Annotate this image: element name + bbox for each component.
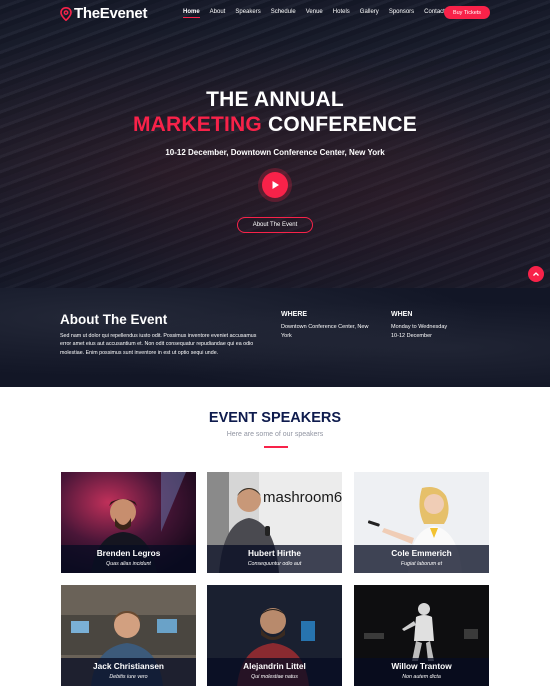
- map-pin-icon: [60, 6, 72, 21]
- when-text: Monday to Wednesday 10-12 December: [391, 323, 487, 340]
- speaker-name: Willow Trantow: [391, 661, 452, 671]
- nav-about[interactable]: About: [210, 9, 226, 15]
- speaker-caption: Alejandrin Littel Qui molestiae natus: [207, 658, 342, 686]
- nav-venue[interactable]: Venue: [306, 9, 323, 15]
- speaker-caption: Cole Emmerich Fugiat laborum et: [354, 545, 489, 573]
- hero-section: TheEvenet Home About Speakers Schedule V…: [0, 0, 550, 288]
- speaker-caption: Hubert Hirthe Consequuntur odio aut: [207, 545, 342, 573]
- about-event-button[interactable]: About The Event: [237, 217, 313, 233]
- nav-contact[interactable]: Contact: [424, 9, 445, 15]
- about-section: About The Event Sed nam ut dolor qui rep…: [0, 288, 550, 387]
- main-menu: Home About Speakers Schedule Venue Hotel…: [183, 9, 455, 18]
- speaker-caption: Jack Christiansen Debitis iure vero: [61, 658, 196, 686]
- hero-subtitle: 10-12 December, Downtown Conference Cent…: [165, 148, 385, 157]
- hero-title-line-1: THE ANNUAL: [206, 88, 344, 111]
- speaker-card[interactable]: Alejandrin Littel Qui molestiae natus: [207, 585, 342, 686]
- play-icon: [272, 181, 279, 189]
- speaker-role: Fugiat laborum et: [400, 561, 443, 567]
- speaker-card[interactable]: Brenden Legros Quas alias incidunt: [61, 472, 196, 573]
- title-divider: [264, 446, 288, 448]
- play-video-button[interactable]: [262, 172, 288, 198]
- hero-title-line-2: MARKETING CONFERENCE: [0, 113, 550, 137]
- when-label: WHEN: [391, 311, 413, 318]
- speaker-caption: Brenden Legros Quas alias incidunt: [61, 545, 196, 573]
- about-description: Sed nam ut dolor qui repellendus iusto o…: [60, 333, 257, 356]
- nav-speakers[interactable]: Speakers: [235, 9, 260, 15]
- speaker-role: Debitis iure vero: [109, 674, 148, 680]
- top-navigation: TheEvenet Home About Speakers Schedule V…: [0, 0, 550, 28]
- when-dates: 10-12 December: [391, 332, 432, 339]
- buy-tickets-button[interactable]: Buy Tickets: [444, 6, 490, 19]
- where-label: WHERE: [281, 311, 308, 318]
- nav-sponsors[interactable]: Sponsors: [389, 9, 414, 15]
- nav-gallery[interactable]: Gallery: [360, 9, 379, 15]
- speakers-subtitle: Here are some of our speakers: [226, 431, 324, 438]
- speaker-caption: Willow Trantow Non autem dicta: [354, 658, 489, 686]
- logo[interactable]: TheEvenet: [60, 5, 147, 22]
- nav-schedule[interactable]: Schedule: [271, 9, 296, 15]
- speaker-card[interactable]: Jack Christiansen Debitis iure vero: [61, 585, 196, 686]
- speaker-role: Quas alias incidunt: [106, 561, 151, 567]
- speaker-name: Brenden Legros: [96, 548, 161, 558]
- when-days: Monday to Wednesday: [391, 324, 448, 330]
- speaker-card[interactable]: Cole Emmerich Fugiat laborum et: [354, 472, 489, 573]
- where-text: Downtown Conference Center, New York: [281, 324, 369, 339]
- nav-home[interactable]: Home: [183, 9, 200, 18]
- speaker-card[interactable]: Willow Trantow Non autem dicta: [354, 585, 489, 686]
- about-title: About The Event: [60, 312, 168, 327]
- speakers-title: EVENT SPEAKERS: [208, 410, 342, 426]
- hero-title-accent: MARKETING: [132, 113, 262, 136]
- sign-text: mashroom6: [263, 489, 342, 506]
- speaker-card[interactable]: mashroom6 Hubert Hirthe Consequuntur odi…: [207, 472, 342, 573]
- speaker-role: Qui molestiae natus: [251, 674, 298, 680]
- chevron-up-icon: [533, 272, 539, 276]
- speaker-role: Non autem dicta: [402, 674, 441, 680]
- hero-title-rest: CONFERENCE: [261, 113, 417, 136]
- logo-text: TheEvenet: [74, 5, 148, 22]
- back-to-top-button[interactable]: [528, 266, 544, 282]
- speaker-name: Hubert Hirthe: [247, 548, 301, 558]
- speaker-role: Consequuntur odio aut: [247, 561, 302, 567]
- nav-hotels[interactable]: Hotels: [333, 9, 350, 15]
- speaker-name: Jack Christiansen: [92, 661, 165, 671]
- speaker-name: Cole Emmerich: [391, 548, 452, 558]
- speaker-name: Alejandrin Littel: [243, 661, 306, 671]
